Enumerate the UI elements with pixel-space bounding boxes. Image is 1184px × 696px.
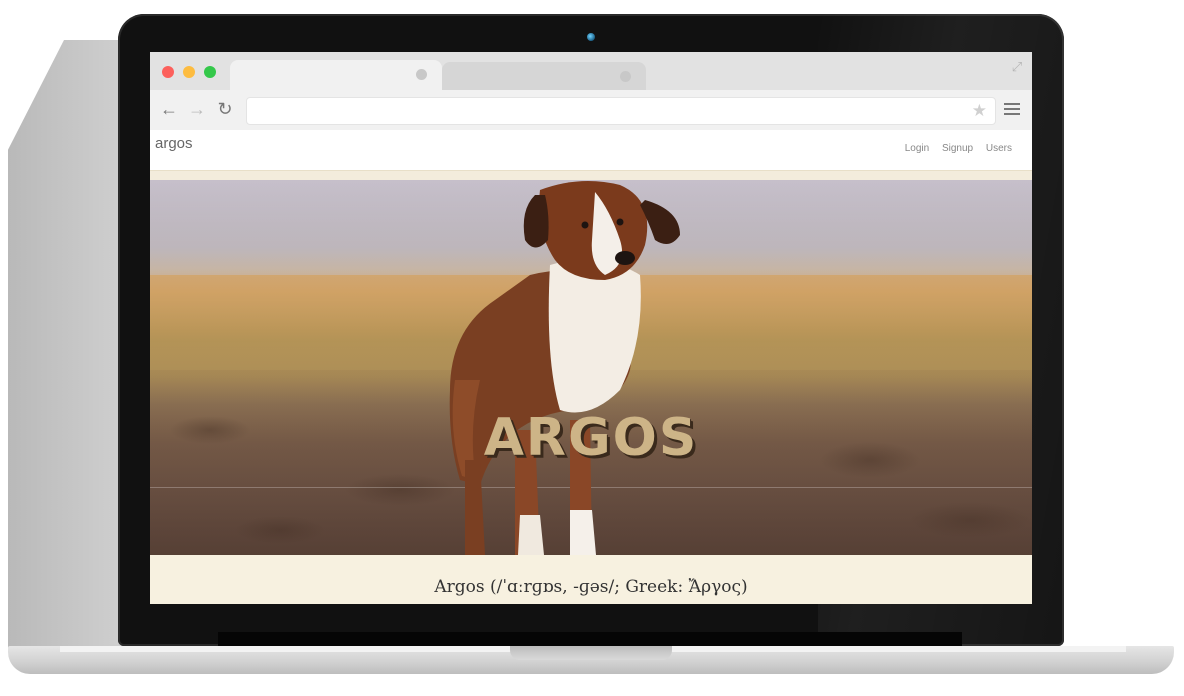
browser-tab-inactive[interactable] (442, 62, 646, 90)
bookmark-star-icon[interactable]: ★ (972, 101, 987, 121)
address-bar[interactable]: ★ (246, 97, 996, 125)
reload-icon[interactable]: ↻ (214, 98, 236, 120)
laptop-hinge (218, 632, 962, 646)
nav-login-link[interactable]: Login (905, 143, 929, 154)
fullscreen-icon[interactable]: ⤢ (1010, 60, 1024, 74)
intro-caption: Argos (/ˈɑːrɡɒs, -ɡəs/; Greek: Ἄργος) (434, 577, 748, 597)
hero-title: ARGOS (483, 408, 699, 468)
laptop-notch (510, 646, 672, 660)
tab-close-icon[interactable] (416, 69, 427, 80)
tab-close-icon[interactable] (620, 71, 631, 82)
maximize-window-button[interactable] (204, 66, 216, 78)
intro-section: Argos (/ˈɑːrɡɒs, -ɡəs/; Greek: Ἄργος) (150, 555, 1032, 604)
browser-tab-active[interactable] (230, 60, 442, 90)
webcam (587, 33, 595, 41)
forward-arrow-icon[interactable]: → (186, 98, 208, 120)
hamburger-menu-icon[interactable] (1004, 100, 1020, 120)
site-navbar: argos Login Signup Users (150, 130, 1032, 170)
laptop-screen: ⤢ ← → ↻ ★ argos Login Signup Users ARGOS… (150, 52, 1032, 604)
browser-toolbar: ← → ↻ ★ (150, 90, 1032, 131)
close-window-button[interactable] (162, 66, 174, 78)
back-arrow-icon[interactable]: ← (158, 98, 180, 120)
dog-photo (449, 181, 680, 555)
hero-banner: ARGOS (150, 180, 1032, 555)
nav-links: Login Signup Users (895, 143, 1012, 154)
nav-signup-link[interactable]: Signup (942, 143, 973, 154)
nav-users-link[interactable]: Users (986, 143, 1012, 154)
minimize-window-button[interactable] (183, 66, 195, 78)
site-brand-link[interactable]: argos (155, 135, 193, 152)
browser-tab-bar: ⤢ (150, 52, 1032, 90)
